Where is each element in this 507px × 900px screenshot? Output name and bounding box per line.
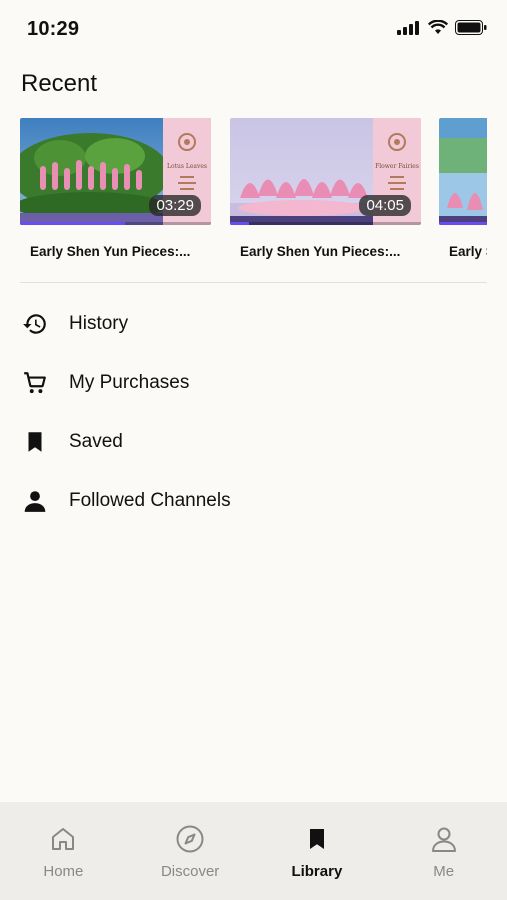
status-icons — [397, 20, 487, 35]
video-title[interactable]: Early Shen Yun Pieces:... — [230, 244, 421, 259]
tab-discover[interactable]: Discover — [127, 802, 254, 900]
cart-icon — [22, 370, 48, 396]
history-icon — [22, 311, 48, 337]
menu-label: History — [69, 312, 129, 334]
watch-progress — [230, 222, 250, 225]
tab-me[interactable]: Me — [380, 802, 507, 900]
status-bar: 10:29 — [0, 0, 507, 56]
menu-label: My Purchases — [69, 371, 190, 393]
person-icon — [431, 827, 456, 852]
menu-item-saved[interactable]: Saved — [0, 412, 507, 471]
poster-title: Flower Fairies — [375, 163, 419, 170]
tab-library[interactable]: Library — [254, 802, 381, 900]
tab-label: Me — [433, 863, 455, 880]
menu-item-followed-channels[interactable]: Followed Channels — [0, 471, 507, 530]
recent-video-card[interactable]: Lotus Leaves 03:29 Early Shen Yun Pieces… — [20, 118, 211, 259]
video-thumbnail[interactable]: Flower Fairies 04:05 — [230, 118, 421, 225]
menu-label: Followed Channels — [69, 489, 231, 511]
video-duration: 04:05 — [359, 195, 411, 216]
bookmark-icon — [22, 429, 48, 455]
tab-label: Discover — [160, 863, 220, 880]
tab-label: Library — [291, 863, 343, 880]
bookmark-icon — [309, 829, 324, 849]
home-icon — [52, 828, 75, 850]
signal-icon — [397, 20, 419, 35]
tab-label: Home — [43, 863, 84, 880]
battery-icon — [455, 20, 487, 35]
recent-carousel[interactable]: Lotus Leaves 03:29 Early Shen Yun Pieces… — [20, 118, 487, 268]
video-thumbnail[interactable] — [439, 118, 487, 225]
wifi-icon — [428, 20, 448, 34]
video-duration: 03:29 — [149, 195, 201, 216]
watch-progress — [20, 222, 126, 225]
recent-video-card[interactable]: Early Shen Yun Pieces:... — [439, 118, 487, 259]
menu-label: Saved — [69, 430, 123, 452]
video-thumbnail[interactable]: Lotus Leaves 03:29 — [20, 118, 211, 225]
video-title[interactable]: Early Shen Yun Pieces:... — [439, 244, 487, 259]
bottom-tab-bar: Home Discover Library Me — [0, 802, 507, 900]
recent-video-card[interactable]: Flower Fairies 04:05 Early Shen Yun Piec… — [230, 118, 421, 259]
video-title[interactable]: Early Shen Yun Pieces:... — [20, 244, 211, 259]
watch-progress — [439, 222, 487, 225]
menu-item-history[interactable]: History — [0, 294, 507, 353]
person-icon — [22, 488, 48, 514]
divider — [20, 282, 487, 283]
status-time: 10:29 — [27, 18, 80, 40]
poster-title: Lotus Leaves — [167, 163, 207, 170]
recent-title: Recent — [21, 70, 98, 97]
menu-item-purchases[interactable]: My Purchases — [0, 353, 507, 412]
tab-home[interactable]: Home — [0, 802, 127, 900]
library-menu: History My Purchases Saved Followed Chan… — [0, 294, 507, 530]
compass-icon — [176, 825, 204, 853]
